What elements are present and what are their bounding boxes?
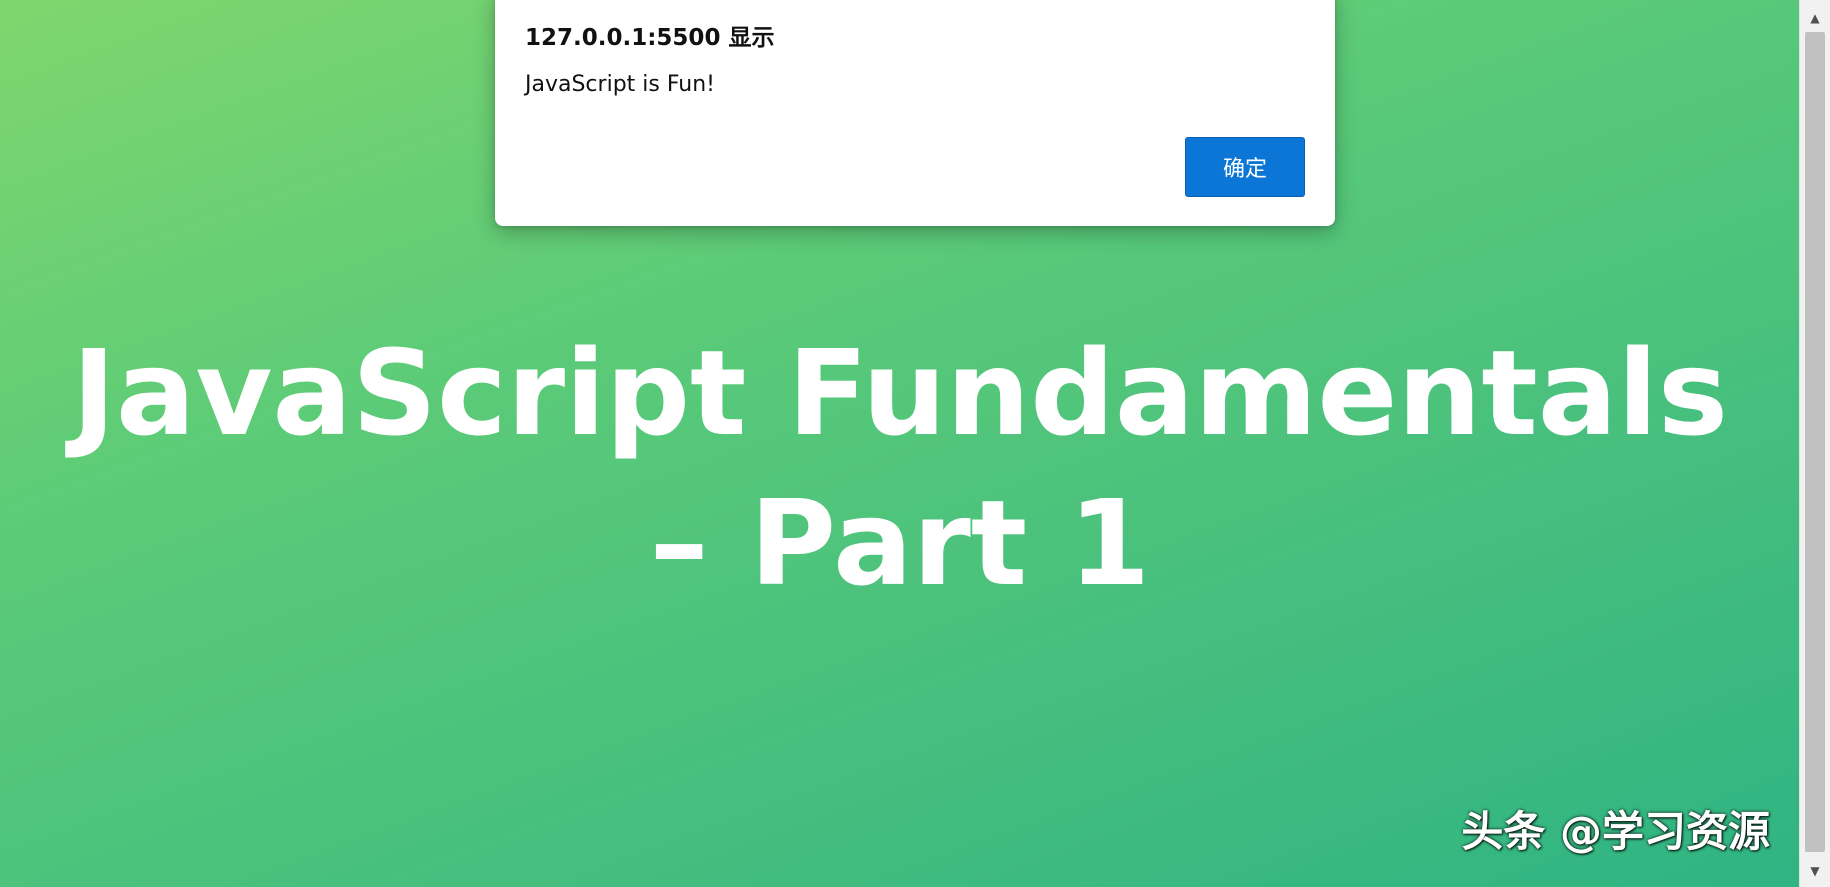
watermark-text: 头条 @学习资源 <box>1461 807 1770 856</box>
ok-button[interactable]: 确定 <box>1185 137 1305 197</box>
scroll-down-arrow-icon[interactable]: ▼ <box>1800 859 1830 883</box>
vertical-scrollbar[interactable]: ▲ ▼ <box>1799 0 1830 887</box>
dialog-title: 127.0.0.1:5500 显示 <box>525 25 775 51</box>
scroll-up-arrow-icon[interactable]: ▲ <box>1800 6 1830 30</box>
scrollbar-thumb[interactable] <box>1805 32 1825 852</box>
alert-dialog: 127.0.0.1:5500 显示 JavaScript is Fun! 确定 <box>495 0 1335 226</box>
dialog-message: JavaScript is Fun! <box>525 72 715 97</box>
page-heading: JavaScript Fundamentals – Part 1 <box>71 324 1729 612</box>
